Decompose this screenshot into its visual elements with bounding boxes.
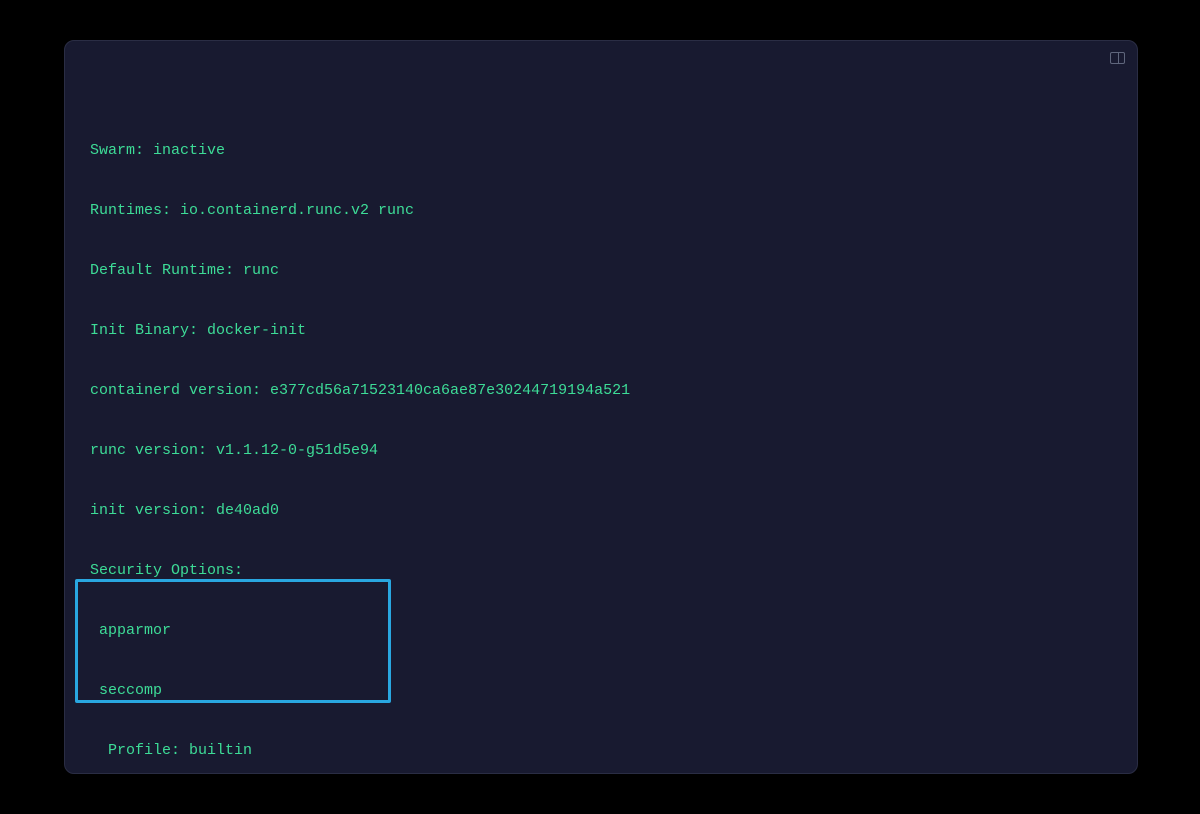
output-line: Swarm: inactive: [81, 141, 1121, 161]
output-line: init version: de40ad0: [81, 501, 1121, 521]
output-line: Profile: builtin: [81, 741, 1121, 761]
output-line: runc version: v1.1.12-0-g51d5e94: [81, 441, 1121, 461]
terminal-window: Swarm: inactive Runtimes: io.containerd.…: [64, 40, 1138, 774]
output-line: seccomp: [81, 681, 1121, 701]
output-line: Runtimes: io.containerd.runc.v2 runc: [81, 201, 1121, 221]
output-line: Default Runtime: runc: [81, 261, 1121, 281]
output-line: Init Binary: docker-init: [81, 321, 1121, 341]
terminal-output[interactable]: Swarm: inactive Runtimes: io.containerd.…: [81, 81, 1121, 757]
window-sidebar-toggle-icon[interactable]: [1106, 51, 1125, 69]
output-line: Security Options:: [81, 561, 1121, 581]
output-line: containerd version: e377cd56a71523140ca6…: [81, 381, 1121, 401]
output-line: apparmor: [81, 621, 1121, 641]
